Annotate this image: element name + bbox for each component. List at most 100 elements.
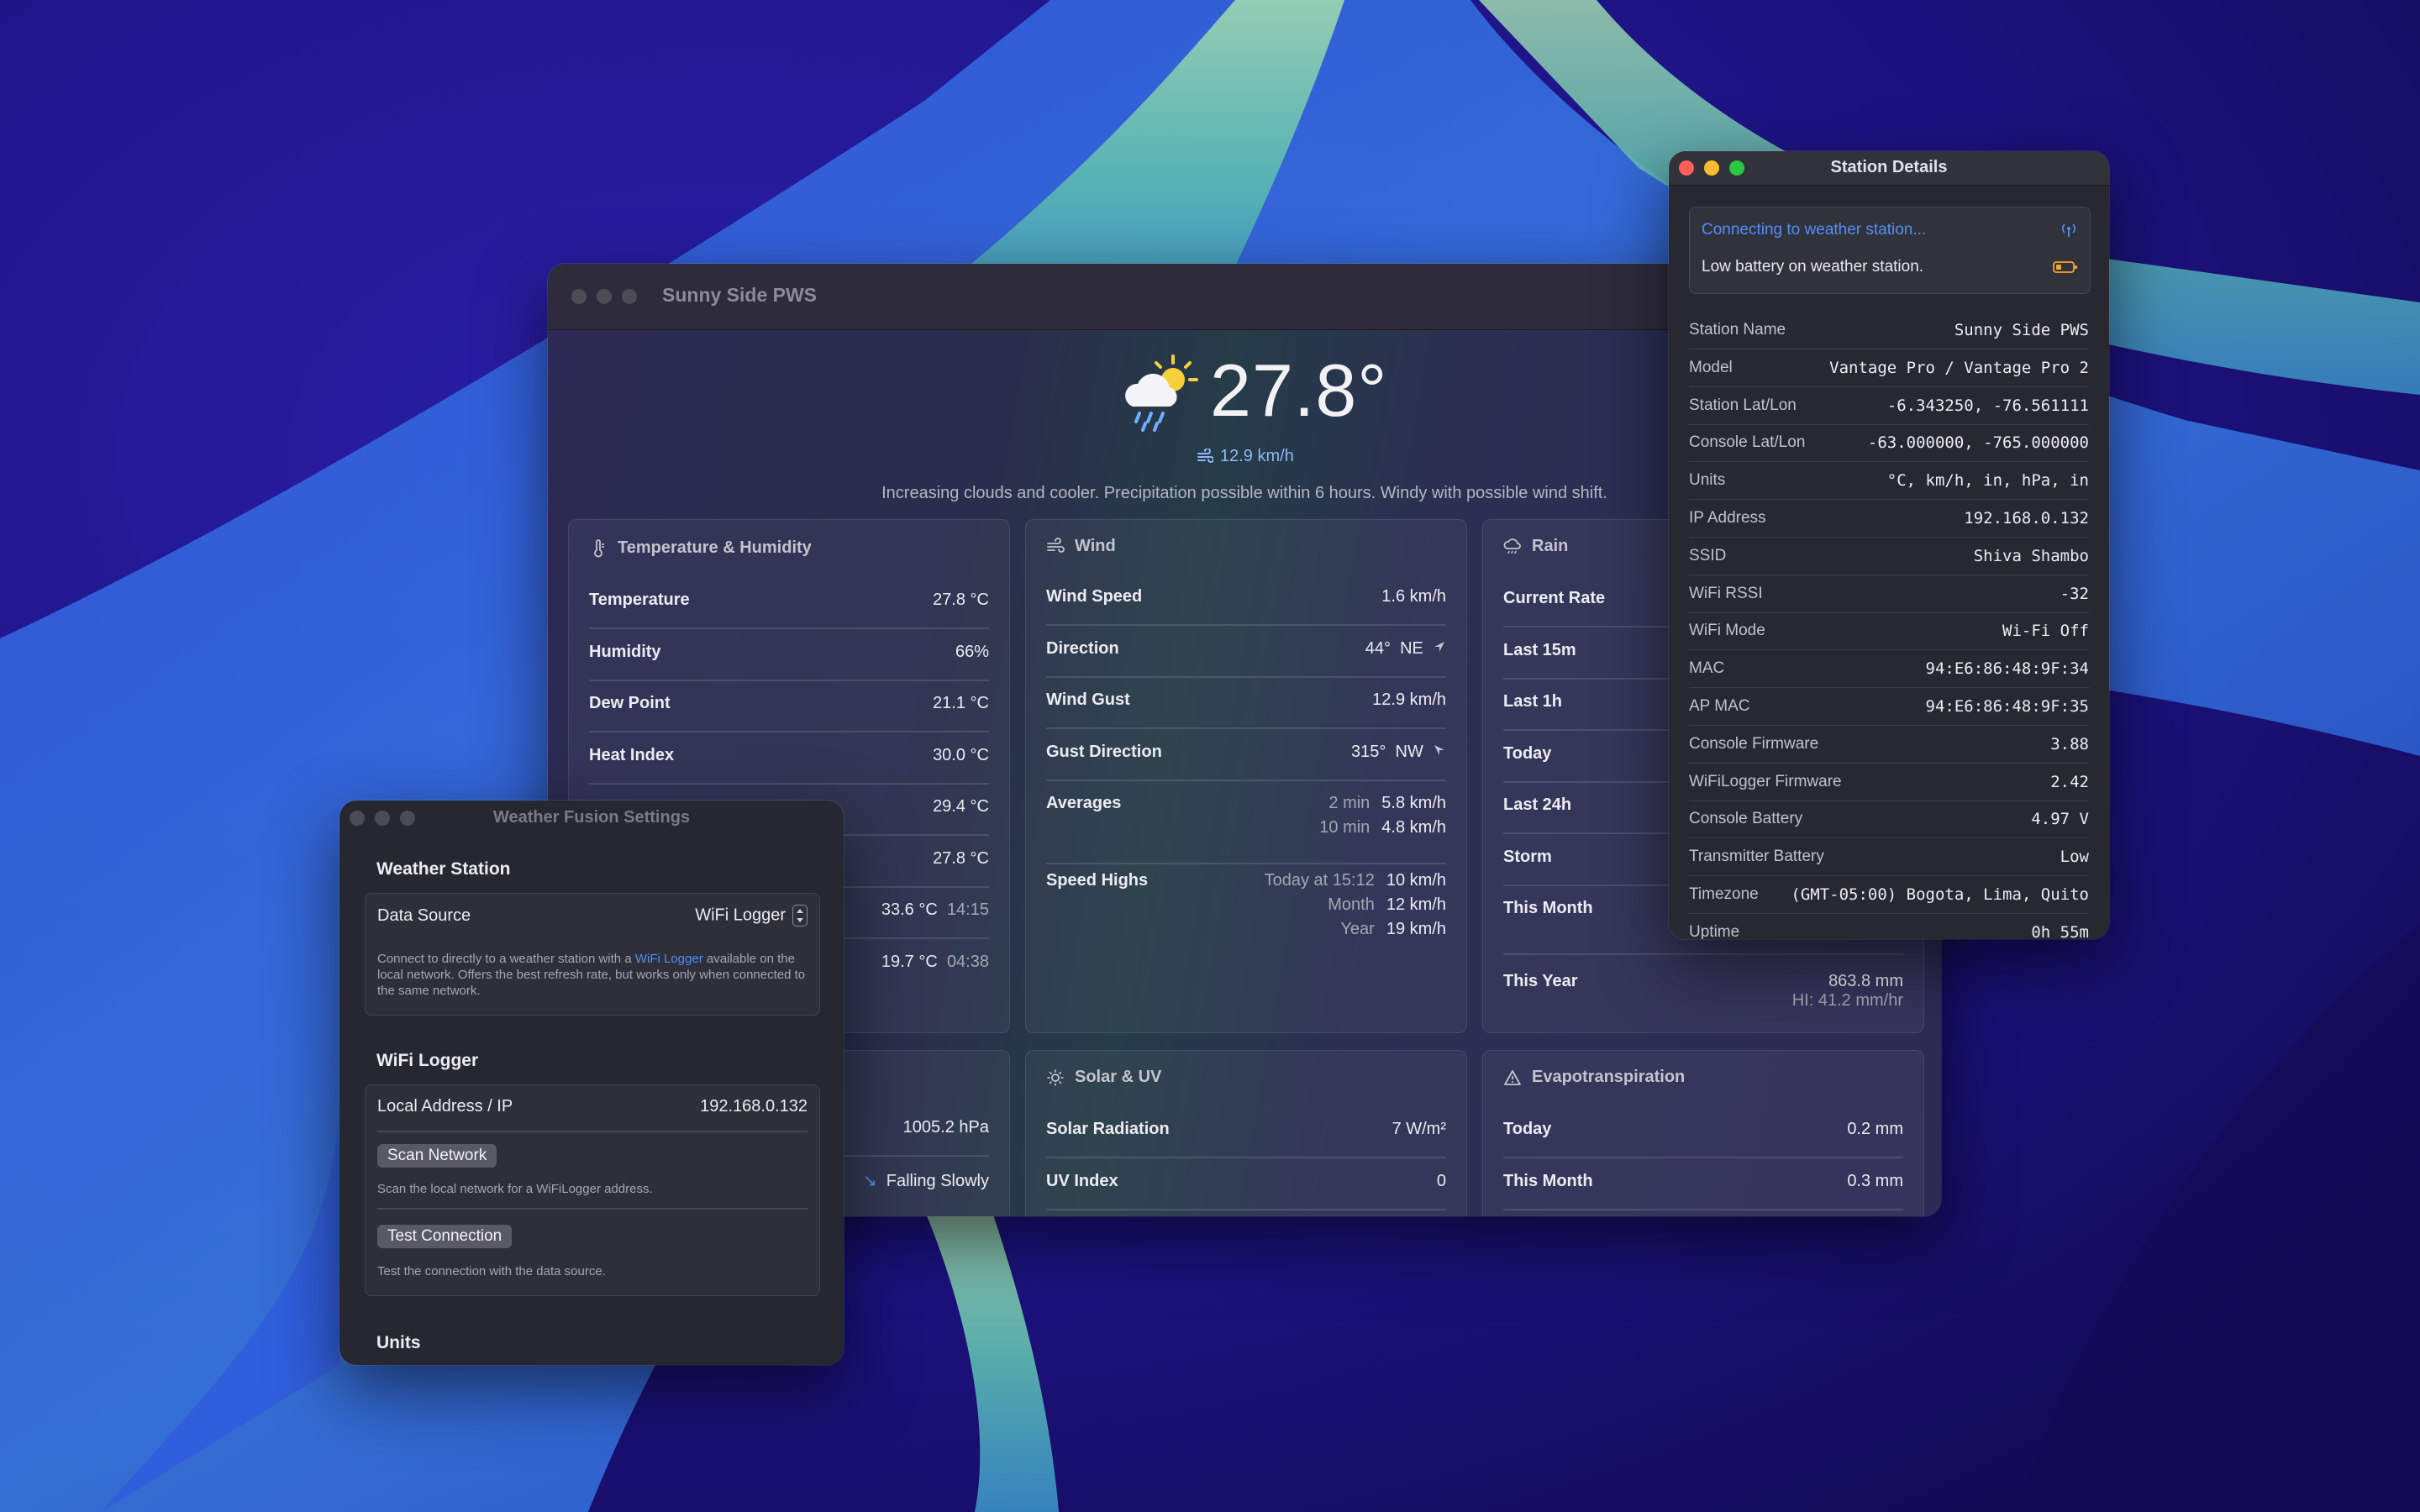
- detail-row-ip-address: IP Address 192.168.0.132: [1689, 509, 2089, 528]
- detail-label: WiFi RSSI: [1689, 584, 1763, 602]
- detail-row-wifilogger-firmware: WiFiLogger Firmware 2.42: [1689, 773, 2089, 791]
- wind-icon: [1197, 448, 1213, 463]
- window-title: Weather Fusion Settings: [492, 808, 691, 827]
- detail-label: MAC: [1689, 659, 1725, 678]
- gust-direction-arrow-icon: [1434, 745, 1444, 755]
- detail-separator: [1689, 837, 2089, 839]
- detail-separator: [1689, 612, 2089, 613]
- humidity-row: Humidity 66%: [589, 643, 989, 661]
- wind-panel: Wind Wind Speed 1.6 km/h Direction 44° NE …: [1025, 519, 1467, 1033]
- address-field[interactable]: 192.168.0.132: [700, 1097, 808, 1116]
- antenna-icon: [2062, 223, 2075, 237]
- detail-separator: [1689, 461, 2089, 463]
- detail-separator: [1689, 875, 2089, 877]
- solar-radiation-row: Solar Radiation 7 W/m²: [1046, 1120, 1446, 1138]
- uv-index-row: UV Index 0: [1046, 1172, 1446, 1190]
- speed-highs-row: Speed Highs Today at 15:12 10 km/h Month 1…: [1046, 871, 1446, 938]
- data-source-select[interactable]: WiFi Logger: [695, 905, 808, 927]
- details-titlebar[interactable]: Station Details: [1669, 151, 2109, 186]
- detail-label: IP Address: [1689, 509, 1766, 527]
- detail-row-ssid: SSID Shiva Shambo: [1689, 547, 2089, 565]
- alert-connecting: Connecting to weather station...: [1702, 221, 2078, 239]
- panel-title: Evapotranspiration: [1532, 1068, 1686, 1086]
- data-source-note: Connect to directly to a weather station…: [377, 952, 806, 998]
- detail-label: Timezone: [1689, 885, 1759, 903]
- scan-network-button[interactable]: Scan Network: [377, 1144, 497, 1168]
- wifi-logger-group: Local Address / IP 192.168.0.132 Scan Ne…: [365, 1084, 820, 1296]
- window-title: Sunny Side PWS: [662, 284, 818, 306]
- detail-row-uptime: Uptime 0h 55m: [1689, 923, 2089, 939]
- panel-title: Solar & UV: [1075, 1068, 1162, 1086]
- test-connection-button[interactable]: Test Connection: [377, 1225, 513, 1248]
- detail-label: SSID: [1689, 546, 1727, 564]
- detail-row-station-name: Station Name Sunny Side PWS: [1689, 321, 2089, 339]
- window-title: Station Details: [1830, 158, 1948, 176]
- detail-separator: [1689, 423, 2089, 425]
- et-today-row: Today 0.2 mm: [1503, 1120, 1903, 1138]
- station-details-window: Station Details Connecting to weather st…: [1669, 151, 2109, 939]
- direction-row: Direction 44° NE: [1046, 639, 1446, 659]
- detail-row-wifi-mode: WiFi Mode Wi-Fi Off: [1689, 622, 2089, 640]
- heat-index-row: Heat Index 30.0 °C: [589, 746, 989, 764]
- detail-label: Model: [1689, 358, 1733, 376]
- detail-label: Console Lat/Lon: [1689, 433, 1806, 452]
- gust-direction-row: Gust Direction 315° NW: [1046, 743, 1446, 762]
- battery-low-icon: [2053, 261, 2077, 273]
- detail-value: Sunny Side PWS: [1954, 321, 2089, 339]
- detail-row-station-lat-lon: Station Lat/Lon -6.343250, -76.561111: [1689, 396, 2089, 415]
- detail-separator: [1689, 725, 2089, 726]
- trend-down-icon: ↘: [862, 1172, 877, 1190]
- temperature-row: Temperature 27.8 °C: [589, 591, 989, 609]
- alerts-box: Connecting to weather station... Low bat…: [1689, 207, 2091, 294]
- current-wind-value: 12.9 km/h: [1220, 447, 1294, 465]
- weather-station-group: Data Source WiFi Logger Connect to direc…: [365, 893, 820, 1016]
- detail-value: Low: [2060, 848, 2089, 867]
- detail-row-model: Model Vantage Pro / Vantage Pro 2: [1689, 359, 2089, 377]
- panel-title: Temperature & Humidity: [618, 538, 812, 557]
- detail-row-timezone: Timezone (GMT-05:00) Bogota, Lima, Quito: [1689, 885, 2089, 904]
- alert-low-battery: Low battery on weather station.: [1702, 258, 2078, 276]
- detail-value: 2.42: [2050, 772, 2089, 791]
- detail-value: -6.343250, -76.561111: [1886, 396, 2089, 415]
- detail-row-transmitter-battery: Transmitter Battery Low: [1689, 848, 2089, 866]
- detail-value: -32: [2060, 584, 2089, 603]
- detail-row-console-lat-lon: Console Lat/Lon -63.000000, -765.000000: [1689, 433, 2089, 452]
- detail-label: Uptime: [1689, 922, 1740, 939]
- detail-label: WiFiLogger Firmware: [1689, 772, 1842, 790]
- detail-separator: [1689, 687, 2089, 689]
- this-year-high: HI: 41.2 mm/hr: [1791, 991, 1903, 1010]
- wind-gust-row: Wind Gust 12.9 km/h: [1046, 690, 1446, 709]
- detail-label: AP MAC: [1689, 697, 1750, 715]
- settings-window: Weather Fusion Settings Weather Station …: [339, 801, 844, 1365]
- wind-icon: [1047, 537, 1065, 553]
- detail-value: 94:E6:86:48:9F:34: [1925, 659, 2089, 679]
- minimize-button[interactable]: [597, 289, 612, 304]
- et-month-row: This Month 0.3 mm: [1503, 1172, 1903, 1190]
- wind-speed-row: Wind Speed 1.6 km/h: [1046, 587, 1446, 606]
- detail-value: 3.88: [2050, 734, 2089, 753]
- panel-title: Wind: [1075, 537, 1116, 555]
- zoom-button[interactable]: [622, 289, 637, 304]
- detail-separator: [1689, 913, 2089, 914]
- detail-value: -63.000000, -765.000000: [1867, 433, 2089, 453]
- wifi-logger-link[interactable]: WiFi Logger: [635, 952, 703, 966]
- address-label: Local Address / IP: [377, 1097, 513, 1116]
- sun-icon: [1047, 1068, 1064, 1086]
- direction-arrow-icon: [1434, 642, 1444, 652]
- close-button[interactable]: [571, 289, 587, 304]
- detail-value: °C, km/h, in, hPa, in: [1886, 471, 2089, 491]
- detail-value: Shiva Shambo: [1973, 546, 2089, 565]
- detail-value: 94:E6:86:48:9F:35: [1925, 697, 2089, 716]
- detail-label: WiFi Mode: [1689, 622, 1765, 640]
- current-wind: 12.9 km/h: [1197, 447, 1294, 466]
- settings-titlebar[interactable]: Weather Fusion Settings: [339, 801, 844, 836]
- detail-separator: [1689, 499, 2089, 501]
- averages-row: Averages 2 min 5.8 km/h 10 min 4.8 km/h: [1046, 794, 1446, 837]
- thermometer-icon: [594, 538, 604, 557]
- detail-value: Wi-Fi Off: [2002, 622, 2089, 641]
- detail-label: Station Name: [1689, 321, 1786, 339]
- data-source-label: Data Source: [377, 906, 471, 925]
- detail-row-ap-mac: AP MAC 94:E6:86:48:9F:35: [1689, 697, 2089, 716]
- detail-value: 192.168.0.132: [1964, 509, 2089, 528]
- test-note: Test the connection with the data source…: [377, 1264, 606, 1278]
